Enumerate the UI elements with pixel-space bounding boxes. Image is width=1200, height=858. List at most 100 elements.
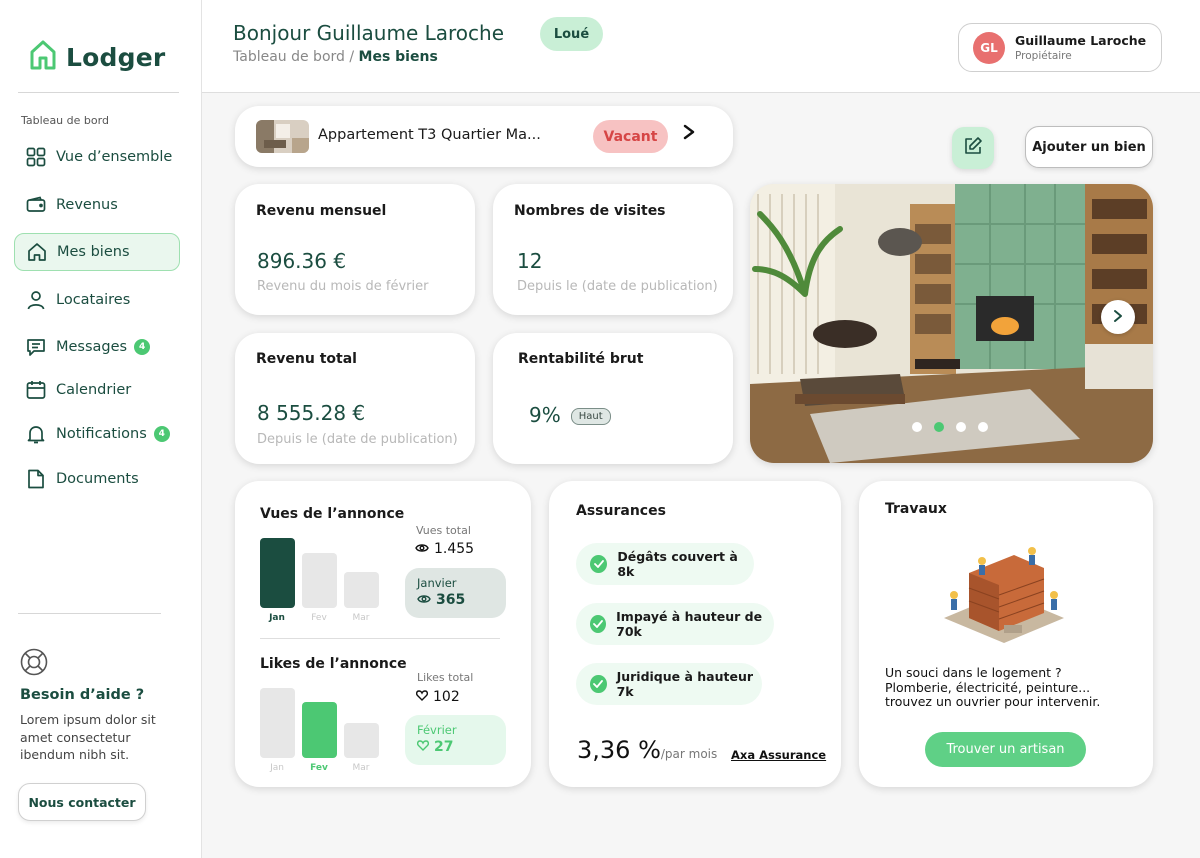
sidebar: Lodger Tableau de bord Vue d’ensemble Re…: [0, 0, 202, 858]
sidebar-item-revenus[interactable]: Revenus: [14, 186, 180, 224]
yield-value: 9%: [529, 403, 561, 427]
works-text-line: Plomberie, électricité, peinture...: [885, 679, 1091, 695]
insurance-rate-value: 3,36 %: [577, 736, 661, 764]
likes-month-label: Février: [417, 723, 457, 737]
divider: [260, 638, 500, 639]
bar-label-jan: Jan: [269, 613, 285, 623]
eye-icon: [417, 592, 431, 608]
sidebar-item-messages[interactable]: Messages 4: [14, 328, 180, 366]
bell-icon: [26, 424, 46, 444]
rental-status-badge: Loué: [540, 17, 603, 51]
carousel-dot[interactable]: [912, 422, 922, 432]
edit-icon: [963, 136, 983, 160]
monthly-revenue-card: Revenu mensuel 896.36 € Revenu du mois d…: [235, 184, 475, 315]
likes-title: Likes de l’annonce: [260, 656, 407, 672]
eye-icon: [415, 541, 429, 557]
visits-card: Nombres de visites 12 Depuis le (date de…: [493, 184, 733, 315]
likes-month-box: Février 27: [405, 715, 506, 765]
house-logo-icon: [30, 40, 56, 74]
find-artisan-button[interactable]: Trouver un artisan: [925, 732, 1086, 767]
page-greeting: Bonjour Guillaume Laroche: [233, 21, 504, 45]
views-month-label: Janvier: [417, 576, 457, 590]
user-icon: [26, 290, 46, 310]
sidebar-item-label: Mes biens: [57, 244, 130, 260]
likes-month: 27: [416, 739, 494, 755]
user-role: Propiétaire: [1015, 50, 1072, 62]
sidebar-item-label: Messages: [56, 339, 128, 355]
contact-button[interactable]: Nous contacter: [18, 783, 146, 821]
card-title: Revenu total: [256, 351, 357, 367]
yield-card: Rentabilité brut 9% Haut: [493, 333, 733, 464]
carousel-dot[interactable]: [956, 422, 966, 432]
works-text-line: Un souci dans le logement ?: [885, 665, 1062, 680]
avatar: GL: [973, 31, 1005, 64]
grid-icon: [26, 147, 46, 167]
monthly-revenue-value: 896.36 €: [257, 249, 347, 273]
property-selector[interactable]: Appartement T3 Quartier Ma... Vacant: [235, 106, 733, 167]
yield-level-badge: Haut: [570, 408, 611, 425]
card-subtitle: Revenu du mois de février: [257, 279, 429, 294]
add-property-button[interactable]: Ajouter un bien: [1025, 126, 1153, 168]
check-icon: [590, 675, 607, 693]
help-text: Lorem ipsum dolor sit amet consectetur i…: [20, 712, 156, 762]
chevron-right-icon: [1113, 308, 1123, 327]
heart-icon: [416, 739, 430, 755]
sidebar-item-calendrier[interactable]: Calendrier: [14, 371, 180, 409]
bar-mar: [344, 723, 379, 758]
breadcrumb-root[interactable]: Tableau de bord: [233, 49, 345, 65]
sidebar-item-notifications[interactable]: Notifications 4: [14, 415, 180, 453]
sidebar-item-locataires[interactable]: Locataires: [14, 281, 180, 319]
bar-label-jan: Jan: [270, 763, 284, 773]
carousel-next-button[interactable]: [1101, 300, 1135, 334]
carousel-dot[interactable]: [978, 422, 988, 432]
check-icon: [590, 615, 607, 633]
sidebar-item-mes-biens[interactable]: Mes biens: [14, 233, 180, 271]
chevron-right-icon[interactable]: [682, 124, 696, 145]
property-status-badge: Vacant: [593, 120, 668, 153]
property-photo-carousel[interactable]: [750, 184, 1153, 463]
sidebar-item-label: Notifications: [56, 426, 147, 442]
yield-value-row: 9% Haut: [529, 403, 611, 427]
sidebar-item-documents[interactable]: Documents: [14, 460, 180, 498]
carousel-dot-active[interactable]: [934, 422, 944, 432]
listing-stats-card: Vues de l’annonce Jan Fev Mar Vues total 1…: [235, 481, 531, 787]
card-title: Rentabilité brut: [518, 351, 644, 367]
bar-fev: [302, 553, 337, 608]
sidebar-item-overview[interactable]: Vue d’ensemble: [14, 138, 180, 176]
sidebar-item-label: Documents: [56, 471, 139, 487]
divider: [18, 92, 179, 93]
bar-label-mar: Mar: [352, 763, 370, 773]
insurance-provider-link[interactable]: Axa Assurance: [731, 748, 826, 762]
edit-button[interactable]: [952, 127, 994, 169]
insurance-item: Juridique à hauteur 7k: [576, 663, 762, 705]
sidebar-section-label: Tableau de bord: [21, 114, 109, 127]
sidebar-item-label: Vue d’ensemble: [56, 149, 173, 165]
works-title: Travaux: [885, 501, 947, 517]
document-icon: [26, 469, 46, 489]
logo[interactable]: Lodger: [30, 40, 165, 74]
views-month-value: 365: [436, 592, 466, 608]
breadcrumb-separator: /: [349, 49, 355, 65]
works-description: Un souci dans le logement ? Plomberie, é…: [885, 665, 1135, 710]
total-revenue-card: Revenu total 8 555.28 € Depuis le (date …: [235, 333, 475, 464]
likes-month-value: 27: [434, 739, 454, 755]
home-icon: [27, 242, 47, 262]
wallet-icon: [26, 195, 46, 215]
property-thumbnail: [256, 120, 309, 153]
views-total-label: Vues total: [416, 524, 471, 537]
insurance-rate-unit: /par mois: [660, 747, 718, 761]
likes-total-value: 102: [433, 689, 460, 705]
insurance-item-label: Dégâts couvert à 8k: [617, 549, 738, 579]
messages-count-badge: 4: [134, 339, 151, 355]
notifications-count-badge: 4: [153, 426, 170, 442]
sidebar-item-label: Locataires: [56, 292, 131, 308]
works-text-line: trouvez un ouvrier pour intervenir.: [885, 694, 1101, 709]
insurance-item: Dégâts couvert à 8k: [576, 543, 754, 585]
total-revenue-value: 8 555.28 €: [257, 401, 366, 425]
user-profile-chip[interactable]: GL Guillaume Laroche Propiétaire: [958, 23, 1162, 72]
card-subtitle: Depuis le (date de publication): [257, 432, 458, 447]
sidebar-item-label: Revenus: [56, 197, 118, 213]
bar-label-fev: Fev: [311, 613, 327, 623]
card-subtitle: Depuis le (date de publication): [517, 279, 718, 294]
heart-icon: [415, 689, 429, 705]
